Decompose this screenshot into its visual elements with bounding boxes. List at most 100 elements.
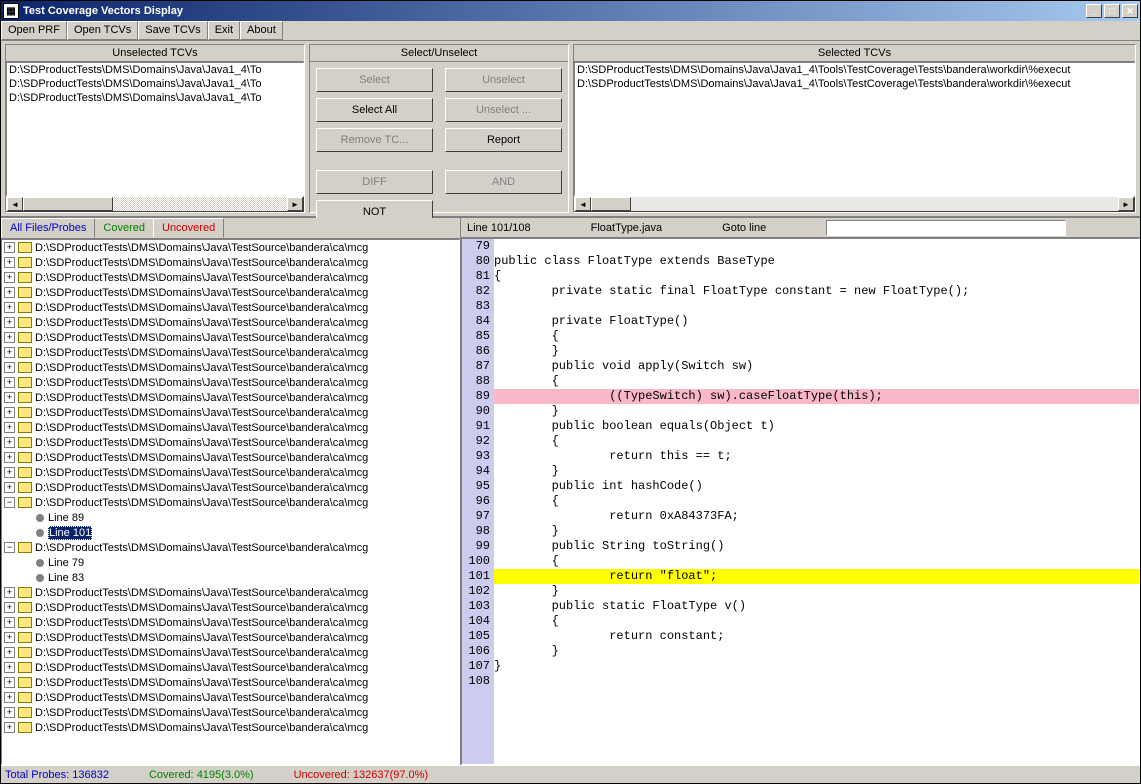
tree-row[interactable]: Line 101 — [2, 525, 459, 540]
maximize-button[interactable]: □ — [1104, 4, 1120, 18]
tab-covered[interactable]: Covered — [94, 218, 154, 238]
folder-icon — [18, 302, 32, 313]
tree-row[interactable]: Line 79 — [2, 555, 459, 570]
tree-row[interactable]: +D:\SDProductTests\DMS\Domains\Java\Test… — [2, 615, 459, 630]
expand-icon[interactable]: + — [4, 662, 15, 673]
list-item[interactable]: D:\SDProductTests\DMS\Domains\Java\Java1… — [7, 63, 303, 77]
tree-row[interactable]: +D:\SDProductTests\DMS\Domains\Java\Test… — [2, 600, 459, 615]
tree-row[interactable]: +D:\SDProductTests\DMS\Domains\Java\Test… — [2, 630, 459, 645]
expand-icon[interactable]: + — [4, 332, 15, 343]
expand-icon[interactable]: + — [4, 692, 15, 703]
unselected-listbox[interactable]: D:\SDProductTests\DMS\Domains\Java\Java1… — [6, 62, 304, 196]
scroll-right-icon[interactable]: ► — [287, 197, 303, 211]
select-all-button[interactable]: Select All — [316, 98, 433, 122]
tree-row[interactable]: +D:\SDProductTests\DMS\Domains\Java\Test… — [2, 375, 459, 390]
expand-icon[interactable]: + — [4, 647, 15, 658]
expand-icon[interactable]: + — [4, 467, 15, 478]
expand-icon[interactable]: + — [4, 257, 15, 268]
close-button[interactable]: ✕ — [1122, 4, 1138, 18]
tree-row[interactable]: +D:\SDProductTests\DMS\Domains\Java\Test… — [2, 705, 459, 720]
menu-open-tcvs[interactable]: Open TCVs — [67, 21, 138, 40]
list-item[interactable]: D:\SDProductTests\DMS\Domains\Java\Java1… — [7, 77, 303, 91]
expand-icon[interactable]: + — [4, 347, 15, 358]
list-item[interactable]: D:\SDProductTests\DMS\Domains\Java\Java1… — [575, 63, 1134, 77]
tree-row[interactable]: +D:\SDProductTests\DMS\Domains\Java\Test… — [2, 480, 459, 495]
hscrollbar[interactable]: ◄ ► — [574, 196, 1135, 212]
menu-save-tcvs[interactable]: Save TCVs — [138, 21, 207, 40]
expand-icon[interactable]: + — [4, 272, 15, 283]
tree-row[interactable]: +D:\SDProductTests\DMS\Domains\Java\Test… — [2, 360, 459, 375]
tab-all-files-probes[interactable]: All Files/Probes — [1, 218, 95, 238]
menu-open-prf[interactable]: Open PRF — [1, 21, 67, 40]
line-position: Line 101/108 — [467, 222, 531, 234]
tree-row[interactable]: +D:\SDProductTests\DMS\Domains\Java\Test… — [2, 720, 459, 735]
tree-row[interactable]: +D:\SDProductTests\DMS\Domains\Java\Test… — [2, 450, 459, 465]
expand-icon[interactable]: + — [4, 407, 15, 418]
expand-icon[interactable]: + — [4, 617, 15, 628]
expand-icon[interactable]: + — [4, 632, 15, 643]
expand-icon[interactable]: + — [4, 482, 15, 493]
expand-icon[interactable]: + — [4, 722, 15, 733]
expand-icon[interactable]: + — [4, 377, 15, 388]
expand-icon[interactable]: + — [4, 452, 15, 463]
expand-icon[interactable]: + — [4, 602, 15, 613]
tree-row[interactable]: +D:\SDProductTests\DMS\Domains\Java\Test… — [2, 300, 459, 315]
expand-icon[interactable]: + — [4, 437, 15, 448]
scroll-left-icon[interactable]: ◄ — [7, 197, 23, 211]
expand-icon[interactable]: + — [4, 242, 15, 253]
list-item[interactable]: D:\SDProductTests\DMS\Domains\Java\Java1… — [575, 77, 1134, 91]
selected-listbox[interactable]: D:\SDProductTests\DMS\Domains\Java\Java1… — [574, 62, 1135, 196]
tab-uncovered[interactable]: Uncovered — [153, 218, 224, 238]
tree-row[interactable]: Line 89 — [2, 510, 459, 525]
report-button[interactable]: Report — [445, 128, 562, 152]
scroll-right-icon[interactable]: ► — [1118, 197, 1134, 211]
code-line: return "float"; — [494, 569, 1139, 584]
tree-row[interactable]: +D:\SDProductTests\DMS\Domains\Java\Test… — [2, 270, 459, 285]
tree-row[interactable]: −D:\SDProductTests\DMS\Domains\Java\Test… — [2, 540, 459, 555]
expand-icon[interactable]: + — [4, 392, 15, 403]
tree-row[interactable]: +D:\SDProductTests\DMS\Domains\Java\Test… — [2, 240, 459, 255]
tree-row[interactable]: +D:\SDProductTests\DMS\Domains\Java\Test… — [2, 345, 459, 360]
tree-row[interactable]: +D:\SDProductTests\DMS\Domains\Java\Test… — [2, 420, 459, 435]
code-line — [494, 674, 1139, 689]
list-item[interactable]: D:\SDProductTests\DMS\Domains\Java\Java1… — [7, 91, 303, 105]
bullet-icon — [36, 574, 44, 582]
tree-row[interactable]: −D:\SDProductTests\DMS\Domains\Java\Test… — [2, 495, 459, 510]
minimize-button[interactable]: _ — [1086, 4, 1102, 18]
tree-row[interactable]: +D:\SDProductTests\DMS\Domains\Java\Test… — [2, 285, 459, 300]
scroll-thumb[interactable] — [23, 197, 113, 211]
tree-row[interactable]: +D:\SDProductTests\DMS\Domains\Java\Test… — [2, 330, 459, 345]
tree-row[interactable]: +D:\SDProductTests\DMS\Domains\Java\Test… — [2, 675, 459, 690]
tree-row[interactable]: +D:\SDProductTests\DMS\Domains\Java\Test… — [2, 390, 459, 405]
goto-line-input[interactable] — [826, 220, 1066, 236]
expand-icon[interactable]: + — [4, 707, 15, 718]
file-tree[interactable]: +D:\SDProductTests\DMS\Domains\Java\Test… — [1, 239, 460, 765]
expand-icon[interactable]: + — [4, 587, 15, 598]
tree-row[interactable]: +D:\SDProductTests\DMS\Domains\Java\Test… — [2, 645, 459, 660]
expand-icon[interactable]: + — [4, 362, 15, 373]
tree-row[interactable]: +D:\SDProductTests\DMS\Domains\Java\Test… — [2, 465, 459, 480]
scroll-thumb[interactable] — [591, 197, 631, 211]
menu-exit[interactable]: Exit — [208, 21, 240, 40]
expand-icon[interactable]: + — [4, 317, 15, 328]
expand-icon[interactable]: + — [4, 302, 15, 313]
collapse-icon[interactable]: − — [4, 542, 15, 553]
scroll-left-icon[interactable]: ◄ — [575, 197, 591, 211]
tree-row[interactable]: +D:\SDProductTests\DMS\Domains\Java\Test… — [2, 315, 459, 330]
hscrollbar[interactable]: ◄ ► — [6, 196, 304, 212]
expand-icon[interactable]: + — [4, 677, 15, 688]
tree-row[interactable]: +D:\SDProductTests\DMS\Domains\Java\Test… — [2, 660, 459, 675]
tree-row[interactable]: +D:\SDProductTests\DMS\Domains\Java\Test… — [2, 405, 459, 420]
collapse-icon[interactable]: − — [4, 497, 15, 508]
tree-row[interactable]: +D:\SDProductTests\DMS\Domains\Java\Test… — [2, 255, 459, 270]
code-line: } — [494, 404, 1139, 419]
tree-row[interactable]: +D:\SDProductTests\DMS\Domains\Java\Test… — [2, 435, 459, 450]
folder-icon — [18, 587, 32, 598]
menu-about[interactable]: About — [240, 21, 283, 40]
code-viewer[interactable]: 7980818283848586878889909192939495969798… — [461, 238, 1140, 765]
expand-icon[interactable]: + — [4, 287, 15, 298]
expand-icon[interactable]: + — [4, 422, 15, 433]
tree-row[interactable]: Line 83 — [2, 570, 459, 585]
tree-row[interactable]: +D:\SDProductTests\DMS\Domains\Java\Test… — [2, 585, 459, 600]
tree-row[interactable]: +D:\SDProductTests\DMS\Domains\Java\Test… — [2, 690, 459, 705]
